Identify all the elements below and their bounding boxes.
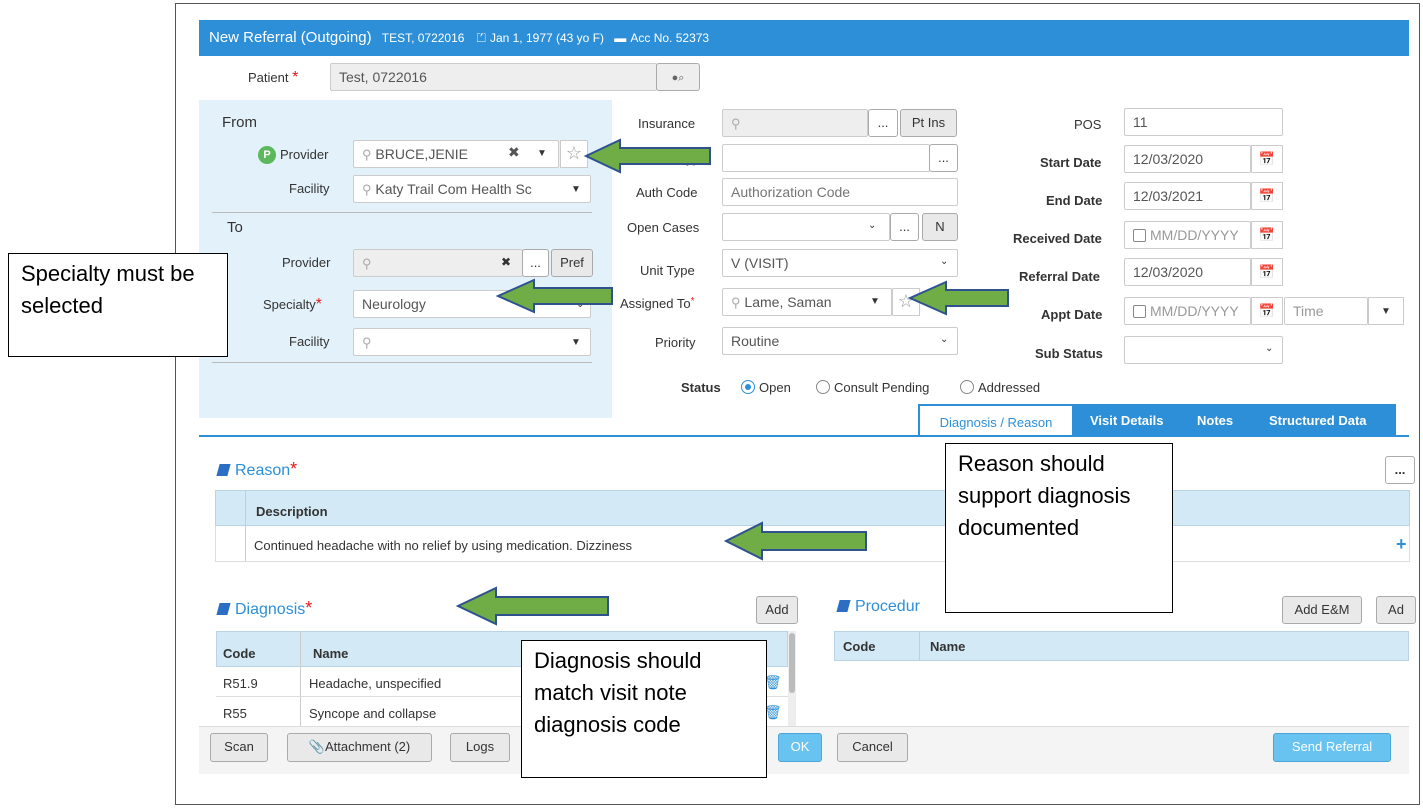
annotation-arrows [455,138,1009,626]
arrow-icon [907,280,1009,316]
arrow-icon [583,138,711,174]
arrow-icon [495,278,613,314]
arrow-icon [455,586,609,626]
arrow-icon [723,521,867,561]
